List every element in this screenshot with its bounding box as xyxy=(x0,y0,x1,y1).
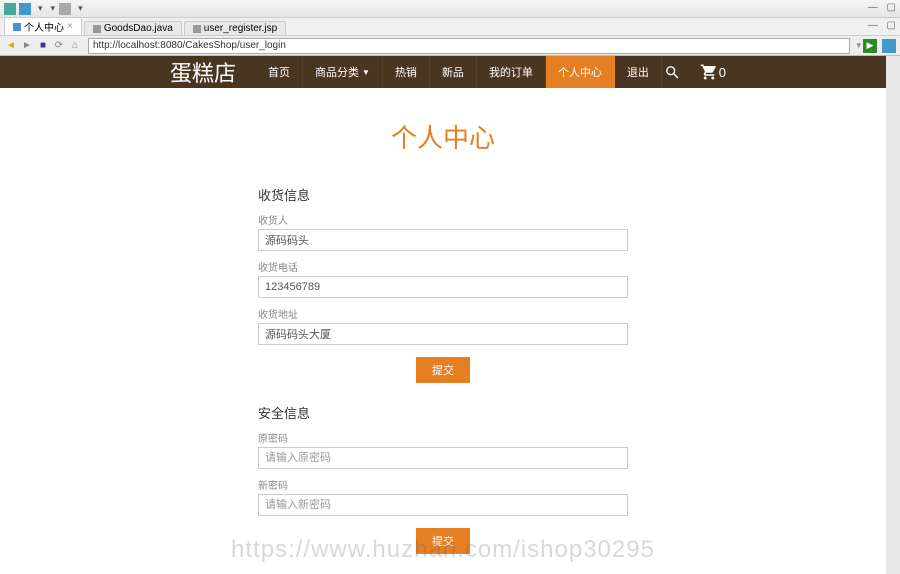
nav-menu: 首页 商品分类▼ 热销 新品 我的订单 个人中心 退出 xyxy=(256,56,662,88)
old-password-label: 原密码 xyxy=(258,430,628,445)
new-password-label: 新密码 xyxy=(258,477,628,492)
nav-categories[interactable]: 商品分类▼ xyxy=(303,56,383,88)
toolbar-dropdown[interactable]: ▾ xyxy=(78,3,83,14)
scroll-up-icon[interactable]: ▲ xyxy=(887,56,900,70)
close-icon[interactable]: × xyxy=(67,21,73,32)
maximize-icon[interactable]: ▢ xyxy=(887,2,896,13)
brand-logo[interactable]: 蛋糕店 xyxy=(170,56,236,88)
java-icon xyxy=(193,25,201,33)
world-icon xyxy=(13,23,21,31)
recipient-input[interactable] xyxy=(258,229,628,251)
submit-password-button[interactable]: 提交 xyxy=(416,528,470,554)
minimize-icon[interactable]: — xyxy=(868,2,878,13)
vertical-scrollbar[interactable]: ▲ ▼ xyxy=(886,56,900,574)
section-security-title: 安全信息 xyxy=(258,403,628,422)
toolbar-dropdown[interactable]: ▾ xyxy=(51,3,56,14)
search-icon[interactable] xyxy=(664,64,681,81)
nav-new[interactable]: 新品 xyxy=(430,56,477,88)
minimize-icon[interactable]: — xyxy=(868,20,878,31)
tab-label: user_register.jsp xyxy=(204,23,277,34)
section-shipping-title: 收货信息 xyxy=(258,185,628,204)
url-input[interactable]: http://localhost:8080/CakesShop/user_log… xyxy=(88,38,850,54)
cart-count: 0 xyxy=(719,65,726,80)
stop-button[interactable]: ■ xyxy=(36,39,50,53)
phone-input[interactable] xyxy=(258,276,628,298)
recipient-label: 收货人 xyxy=(258,212,628,227)
nav-right: 0 xyxy=(664,63,726,81)
toolbar-icon[interactable] xyxy=(59,3,71,15)
browser-viewport: 蛋糕店 首页 商品分类▼ 热销 新品 我的订单 个人中心 退出 0 个人中心 收… xyxy=(0,56,900,574)
address-input[interactable] xyxy=(258,323,628,345)
home-button[interactable]: ⌂ xyxy=(68,39,82,53)
editor-tabs: 个人中心 × GoodsDao.java user_register.jsp —… xyxy=(0,18,900,36)
new-password-input[interactable] xyxy=(258,494,628,516)
site-navbar: 蛋糕店 首页 商品分类▼ 热销 新品 我的订单 个人中心 退出 0 xyxy=(0,56,886,88)
toolbar-dropdown[interactable]: ▾ xyxy=(38,3,43,14)
scroll-down-icon[interactable]: ▼ xyxy=(887,560,900,574)
old-password-input[interactable] xyxy=(258,447,628,469)
tab-goodsdao[interactable]: GoodsDao.java xyxy=(84,21,182,35)
nav-orders[interactable]: 我的订单 xyxy=(477,56,546,88)
maximize-icon[interactable]: ▢ xyxy=(887,20,896,31)
tab-user-register[interactable]: user_register.jsp xyxy=(184,21,286,35)
java-icon xyxy=(93,25,101,33)
extension-icon[interactable] xyxy=(882,39,896,53)
tab-label: 个人中心 xyxy=(24,19,64,34)
refresh-button[interactable]: ⟳ xyxy=(52,39,66,53)
toolbar-icon[interactable] xyxy=(19,3,31,15)
nav-hot[interactable]: 热销 xyxy=(383,56,430,88)
scroll-thumb[interactable] xyxy=(888,70,900,270)
tab-personal-center[interactable]: 个人中心 × xyxy=(4,17,82,35)
tab-label: GoodsDao.java xyxy=(104,23,173,34)
phone-label: 收货电话 xyxy=(258,259,628,274)
url-text: http://localhost:8080/CakesShop/user_log… xyxy=(93,40,286,51)
cart-icon xyxy=(699,63,719,81)
ide-toolbar: ▾ ▾ ▾ — ▢ xyxy=(0,0,900,18)
chevron-down-icon: ▼ xyxy=(362,68,370,77)
go-button[interactable]: ▶ xyxy=(863,39,877,53)
forward-button[interactable]: ► xyxy=(20,39,34,53)
page-title: 个人中心 xyxy=(0,118,886,155)
back-button[interactable]: ◄ xyxy=(4,39,18,53)
nav-home[interactable]: 首页 xyxy=(256,56,303,88)
address-label: 收货地址 xyxy=(258,306,628,321)
nav-profile[interactable]: 个人中心 xyxy=(546,56,615,88)
page-content: 个人中心 收货信息 收货人 收货电话 收货地址 提交 安全信息 原密码 新密码 … xyxy=(0,88,886,574)
window-controls: — ▢ xyxy=(862,2,896,13)
url-dropdown-icon[interactable]: ▾ xyxy=(856,40,861,51)
nav-logout[interactable]: 退出 xyxy=(615,56,662,88)
browser-toolbar: ◄ ► ■ ⟳ ⌂ http://localhost:8080/CakesSho… xyxy=(0,36,900,56)
editor-controls: — ▢ xyxy=(862,20,896,31)
submit-shipping-button[interactable]: 提交 xyxy=(416,357,470,383)
cart-button[interactable]: 0 xyxy=(699,63,726,81)
toolbar-icon[interactable] xyxy=(4,3,16,15)
form-container: 收货信息 收货人 收货电话 收货地址 提交 安全信息 原密码 新密码 提交 xyxy=(258,185,628,554)
